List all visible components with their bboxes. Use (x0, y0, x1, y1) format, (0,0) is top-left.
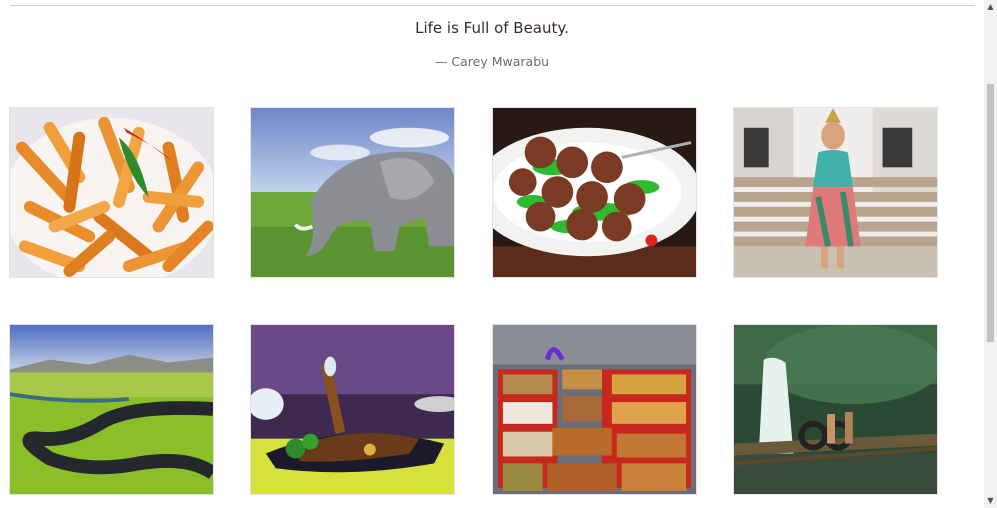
triangle-up-icon[interactable]: ▲ (984, 0, 997, 14)
gallery-image-street-food-stall[interactable] (492, 324, 697, 495)
vertical-scrollbar[interactable]: ▲ ▼ (984, 0, 997, 508)
gallery-image-woman-on-steps[interactable] (733, 107, 938, 278)
gallery-image-elephant[interactable] (250, 107, 455, 278)
gallery-image-grilled-dish[interactable] (250, 324, 455, 495)
quote-text: Life is Full of Beauty. (415, 19, 569, 37)
gallery-image-meatballs[interactable] (492, 107, 697, 278)
scrollbar-thumb[interactable] (987, 84, 994, 342)
top-divider (10, 5, 975, 6)
gallery-image-pasta[interactable] (9, 107, 214, 278)
triangle-down-icon[interactable]: ▼ (984, 494, 997, 508)
quote-author: — Carey Mwarabu (434, 54, 550, 69)
gallery-image-river-landscape[interactable] (9, 324, 214, 495)
gallery-image-waterfall[interactable] (733, 324, 938, 495)
